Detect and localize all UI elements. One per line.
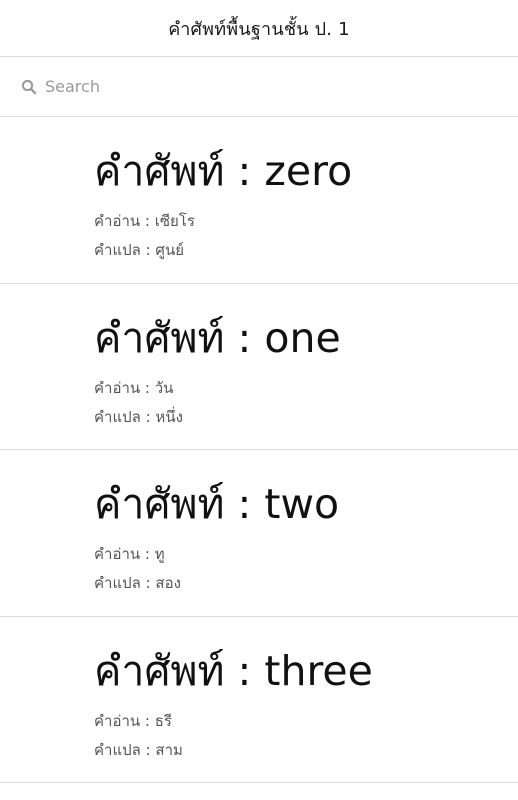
vocabulary-word: คำศัพท์ : two [94, 480, 340, 528]
list-item[interactable]: คำศัพท์ : three คำอ่าน : ธรี คำแปล : สาม [0, 617, 518, 783]
list-item[interactable]: คำศัพท์ : one คำอ่าน : วัน คำแปล : หนึ่ง [0, 284, 518, 450]
reading-text: คำอ่าน : ทู [94, 545, 165, 563]
reading-text: คำอ่าน : ธรี [94, 711, 172, 730]
list-item[interactable]: คำศัพท์ : two คำอ่าน : ทู คำแปล : สอง [0, 450, 518, 617]
list-item[interactable]: คำศัพท์ : zero คำอ่าน : เซียโร คำแปล : ศ… [0, 117, 518, 284]
meaning-text: คำแปล : หนึ่ง [94, 407, 183, 426]
search-input[interactable] [45, 77, 445, 96]
page-title: คำศัพท์พื้นฐานชั้น ป. 1 [168, 18, 350, 40]
search-icon [21, 79, 37, 95]
vocabulary-list: คำศัพท์ : zero คำอ่าน : เซียโร คำแปล : ศ… [0, 117, 518, 783]
meaning-text: คำแปล : ศูนย์ [94, 241, 184, 259]
vocabulary-word: คำศัพท์ : zero [94, 147, 353, 195]
vocabulary-word: คำศัพท์ : one [94, 313, 341, 362]
reading-text: คำอ่าน : เซียโร [94, 212, 195, 230]
meaning-text: คำแปล : สอง [94, 574, 181, 592]
search-bar[interactable] [0, 57, 518, 117]
reading-text: คำอ่าน : วัน [94, 378, 174, 397]
meaning-text: คำแปล : สาม [94, 740, 183, 759]
app-header: คำศัพท์พื้นฐานชั้น ป. 1 [0, 0, 518, 57]
vocabulary-word: คำศัพท์ : three [94, 646, 373, 695]
